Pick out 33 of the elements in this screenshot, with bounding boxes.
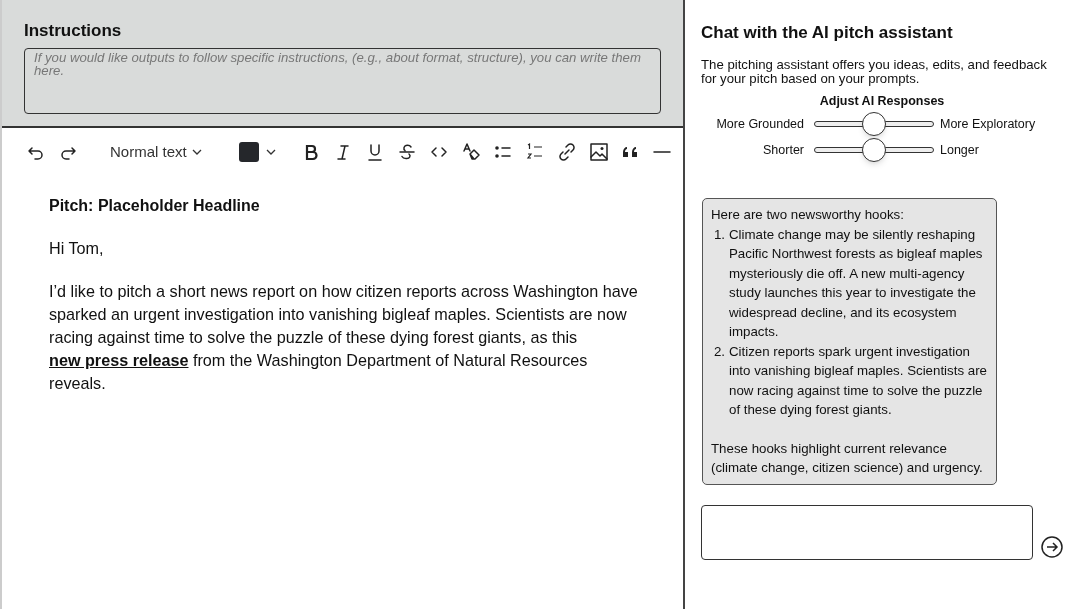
adjust-title: Adjust AI Responses [818, 92, 946, 110]
body-paragraph: I’d like to pitch a short news report on how citizen reports across Washington have sparked an urgent investigation into vanishing bigleaf maples. Scientists are now racing against time to solve the puzzle of these dying forest giants, as this new press release from the Washington Department of Natural Resources reveals. [49, 281, 639, 394]
text-style-dropdown[interactable]: Normal text [102, 137, 211, 167]
numbered-list-icon [524, 142, 545, 162]
chat-input-field[interactable] [701, 504, 1033, 560]
list-marker: 2. [712, 342, 726, 361]
chat-title: Chat with the AI pitch assistant [701, 22, 954, 44]
link-icon [556, 142, 577, 162]
slider[interactable] [814, 112, 934, 137]
slider-label: More Grounded [715, 115, 805, 133]
horizontal-rule-icon [652, 151, 671, 153]
slider-label: Shorter [762, 141, 805, 159]
slider-thumb[interactable] [862, 138, 886, 163]
slider[interactable] [814, 138, 934, 163]
list-item: Citizen reports spark urgent investigation into vanishing bigleaf maples. Scientists are now racing against time to solve the puzzle of these dying forest giants. [729, 342, 988, 420]
send-button[interactable] [1041, 535, 1063, 558]
slider-thumb[interactable] [862, 112, 886, 137]
press-release-link[interactable]: new press release [49, 351, 189, 369]
instructions-field[interactable]: If you would like outputs to follow specific instructions, (e.g., about format, structure), you can write them here. [24, 47, 661, 114]
greeting-text: Hi Tom, [49, 238, 105, 259]
message-text: Here are two newsworthy hooks: [711, 206, 905, 225]
send-icon [1041, 535, 1063, 558]
image-icon [588, 142, 609, 162]
list-item: Climate change may be silently reshaping Pacific Northwest forests as bigleaf maples mysteriously die off. A new multi-agency study launches this year to investigate the widespread decline, and its ecosystem impacts. [729, 225, 984, 342]
message-text: These hooks highlight current relevance (climate change, citizen science) and urgency. [711, 439, 984, 478]
slider-label: More Exploratory [939, 115, 1036, 133]
strikethrough-icon [396, 142, 417, 162]
chat-description: The pitching assistant offers you ideas, edits, and feedback for your pitch based on your prompts. [701, 57, 1048, 86]
slider-label: Longer [939, 141, 979, 159]
clear-format-icon [460, 142, 481, 162]
list-marker: 1. [712, 225, 726, 244]
document-title: Pitch: Placeholder Headline [49, 196, 261, 216]
section-title: Instructions [24, 20, 123, 42]
